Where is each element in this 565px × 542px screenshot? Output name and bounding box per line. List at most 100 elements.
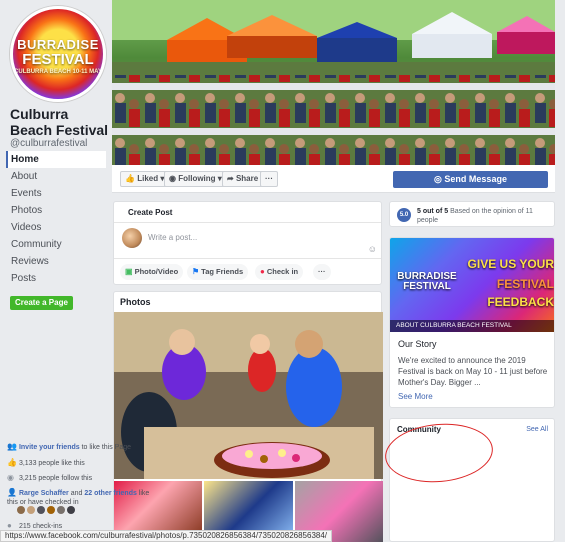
nav-posts[interactable]: Posts (6, 270, 106, 287)
invite-friends-icon: 👥 (7, 442, 17, 451)
create-page-button[interactable]: Create a Page (10, 296, 73, 310)
photo-main-scene (114, 312, 383, 479)
logo-text-1: BURRADISE (17, 37, 99, 52)
location-pin-icon: ● (7, 521, 12, 530)
story-title: Our Story (398, 339, 437, 349)
banner-line-3: FEEDBACK (487, 295, 554, 309)
create-post-title: Create Post (128, 208, 173, 217)
nav-reviews[interactable]: Reviews (6, 253, 106, 270)
avatar[interactable] (47, 506, 55, 514)
check-in-label: Check in (266, 267, 299, 276)
page-profile-picture[interactable]: BURRADISE FESTIVAL CULBURRA BEACH 10-11 … (10, 6, 106, 102)
story-body: We're excited to announce the 2019 Festi… (398, 356, 548, 387)
photo-icon: ▣ (125, 267, 133, 276)
tag-friends-button[interactable]: ⚑ Tag Friends (187, 264, 249, 280)
page-nav: Home About Events Photos Videos Communit… (6, 151, 106, 287)
thumbs-up-icon: 👍 (7, 458, 17, 467)
banner-logo-text: BURRADISE FESTIVAL (397, 271, 457, 292)
nav-home[interactable]: Home (6, 151, 106, 168)
invite-rest: to like this Page (81, 444, 132, 451)
cake-icing (222, 443, 322, 469)
following-label: Following (178, 174, 216, 183)
share-label: Share (235, 174, 259, 183)
liked-label: Liked (137, 174, 159, 183)
photos-title[interactable]: Photos (120, 297, 151, 307)
rss-icon: ◉ (169, 174, 176, 183)
person-denim (286, 347, 342, 427)
person-purple-head (169, 329, 195, 355)
photo-video-label: Photo/Video (134, 267, 179, 276)
nav-photos[interactable]: Photos (6, 202, 106, 219)
liked-button[interactable]: 👍 Liked ▾ (120, 171, 170, 187)
tag-friends-label: Tag Friends (201, 267, 244, 276)
tent-blue-body (317, 38, 397, 62)
banner-caption: ABOUT CULBURRA BEACH FESTIVAL (390, 320, 554, 332)
friends-mid: and (70, 490, 83, 497)
status-bar-url: https://www.facebook.com/culburrafestiva… (0, 530, 333, 542)
other-friends-link[interactable]: 22 other friends (84, 490, 137, 497)
send-message-button[interactable]: ◎ Send Message (393, 171, 548, 188)
nav-events[interactable]: Events (6, 185, 106, 202)
friend-avatars (17, 506, 75, 514)
story-banner[interactable]: BURRADISE FESTIVAL GIVE US YOUR FESTIVAL… (390, 238, 554, 332)
follow-icon: ◉ (7, 473, 14, 482)
likes-count: 3,133 people like this (18, 460, 85, 467)
child-red-head (250, 334, 270, 354)
photo-bg-top (114, 312, 383, 372)
send-message-label: Send Message (444, 174, 507, 184)
tent-white-body (412, 34, 492, 58)
avatar[interactable] (27, 506, 35, 514)
page-title[interactable]: Culburra Beach Festival (10, 106, 110, 138)
cake-dot (278, 449, 286, 457)
cover-scene (112, 0, 555, 165)
messenger-icon: ◎ (434, 174, 442, 184)
cake-dot (245, 450, 253, 458)
invite-friends-link[interactable]: Invite your friends (19, 444, 80, 451)
more-actions-button[interactable]: ··· (260, 171, 278, 187)
nav-about[interactable]: About (6, 168, 106, 185)
page-handle[interactable]: @culburrafestival (10, 138, 87, 149)
emoji-icon[interactable]: ☺ (368, 244, 377, 254)
avatar[interactable] (17, 506, 25, 514)
avatar[interactable] (57, 506, 65, 514)
tent-pink-body (497, 32, 555, 54)
photo-video-button[interactable]: ▣ Photo/Video (120, 264, 184, 280)
community-likes-row: 👍 3,133 people like this (7, 458, 161, 468)
photo-main[interactable] (114, 312, 383, 479)
see-more-link[interactable]: See More (398, 392, 433, 401)
nav-community[interactable]: Community (6, 236, 106, 253)
community-panel: Community See All (389, 418, 555, 542)
community-invite-row: 👥 Invite your friends to like this Page (7, 442, 161, 452)
avatar[interactable] (67, 506, 75, 514)
tag-icon: ⚑ (192, 267, 200, 276)
community-title: Community (397, 425, 441, 434)
avatar[interactable] (37, 506, 45, 514)
banner-line-2: FESTIVAL (496, 277, 554, 291)
share-arrow-icon: ➦ (227, 174, 234, 183)
tent-orange-2-body (227, 36, 317, 58)
rating-text: 5 out of 5 Based on the opinion of 11 pe… (417, 207, 552, 225)
cake-dot (292, 454, 300, 462)
friend-name-link[interactable]: Rarge Schaffer (19, 490, 69, 497)
thumbs-up-icon: 👍 (125, 174, 135, 183)
more-options-button[interactable]: ··· (313, 264, 331, 280)
location-pin-icon: ● (260, 267, 265, 276)
nav-videos[interactable]: Videos (6, 219, 106, 236)
cover-photo[interactable] (112, 0, 555, 165)
community-friends-row: 👤 Rarge Schaffer and 22 other friends li… (7, 488, 161, 507)
avatar (122, 228, 142, 248)
page-action-bar: 👍 Liked ▾ ◉ Following ▾ ➦ Share ··· ◎ Se… (112, 165, 555, 193)
create-post-panel: Create Post Write a post... ☺ ▣ Photo/Vid… (113, 201, 382, 285)
write-post-input[interactable]: Write a post... (148, 233, 197, 242)
rating-summary: 5 out of 5 (417, 208, 449, 215)
story-panel: BURRADISE FESTIVAL GIVE US YOUR FESTIVAL… (389, 237, 555, 408)
child-red (248, 348, 276, 392)
check-in-button[interactable]: ● Check in (255, 264, 304, 280)
cake-dot (260, 455, 268, 463)
community-follows-row: ◉ 3,215 people follow this (7, 473, 161, 483)
divider (114, 222, 381, 223)
see-all-link[interactable]: See All (526, 426, 548, 433)
share-button[interactable]: ➦ Share (222, 171, 264, 187)
following-button[interactable]: ◉ Following ▾ (164, 171, 227, 187)
logo-text-2: FESTIVAL (22, 51, 94, 68)
